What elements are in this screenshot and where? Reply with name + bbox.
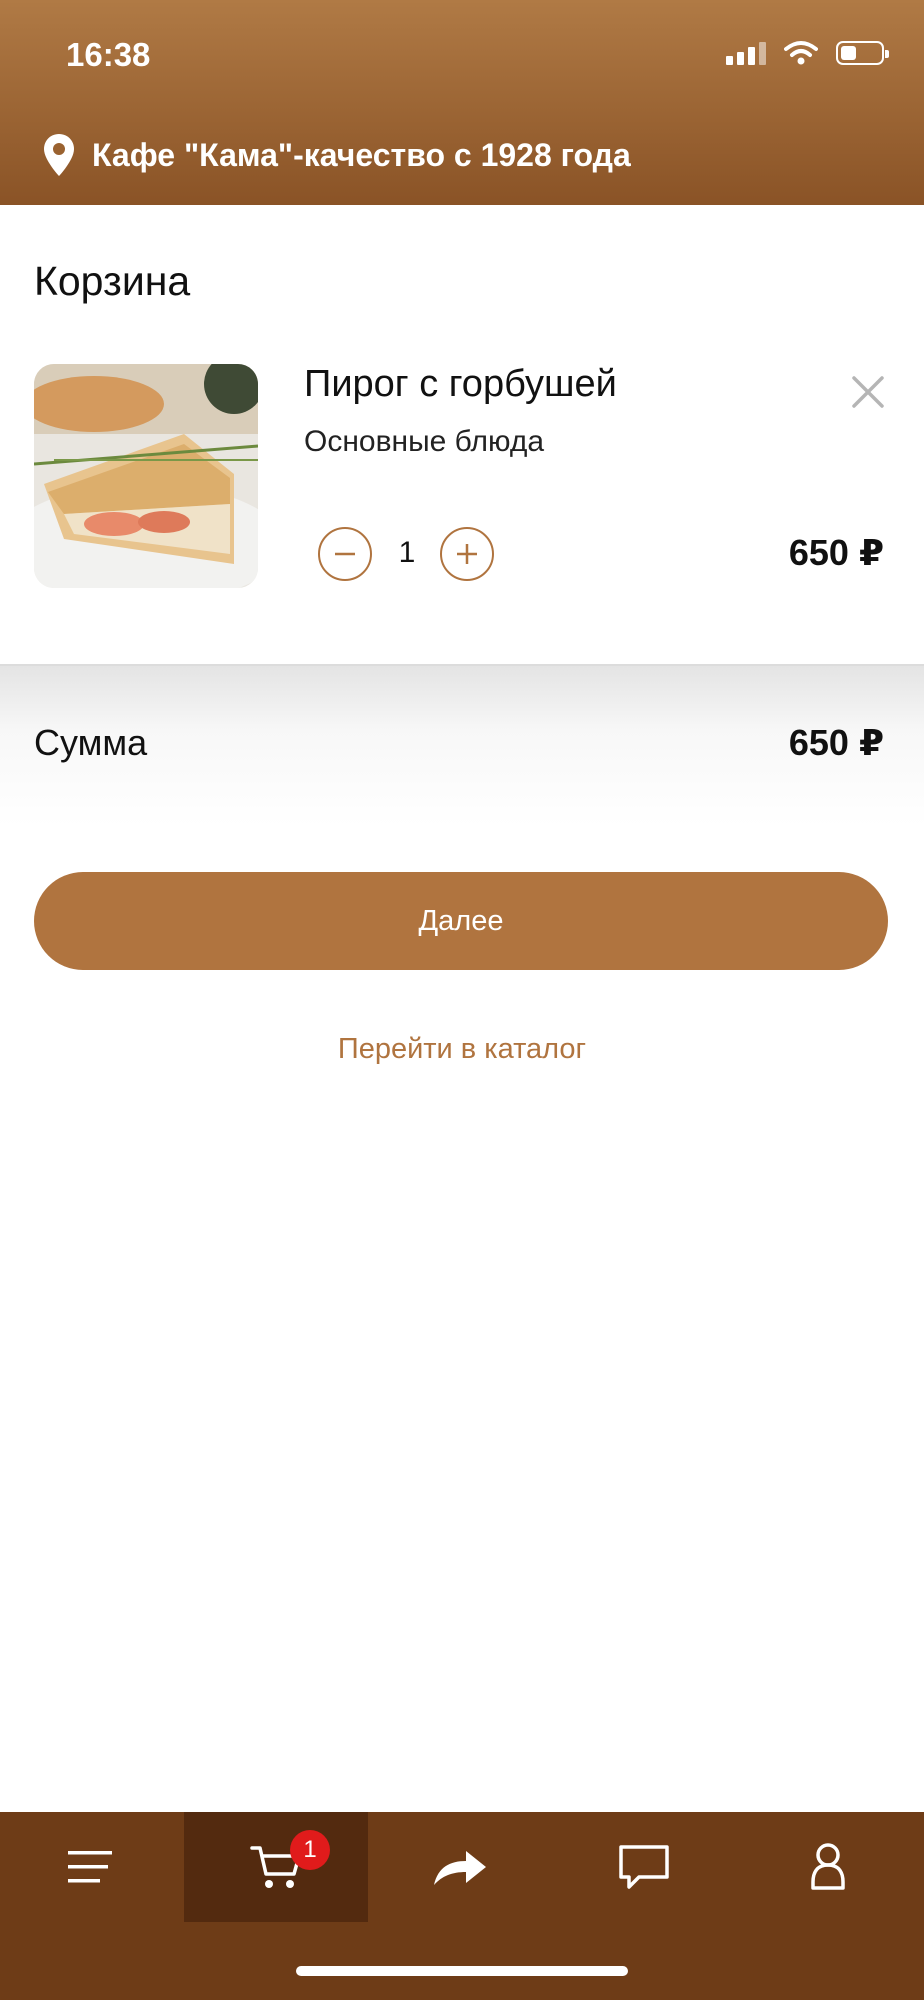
location-bar[interactable]: Кафе "Кама"-качество с 1928 года	[42, 133, 631, 177]
app-header: 16:38 Кафе "Кама"-качество с 1928 года	[0, 0, 924, 205]
decrease-quantity-button[interactable]	[318, 527, 372, 581]
share-icon	[434, 1851, 486, 1885]
wifi-icon	[784, 41, 818, 65]
signal-icon	[726, 41, 766, 65]
location-text: Кафе "Кама"-качество с 1928 года	[92, 136, 631, 173]
next-button[interactable]: Далее	[34, 872, 888, 970]
product-name: Пирог с горбушей	[304, 363, 617, 405]
home-indicator	[296, 1966, 628, 1976]
summary-label: Сумма	[34, 722, 148, 763]
quantity-value: 1	[398, 536, 416, 569]
chat-icon	[619, 1845, 669, 1889]
summary-value: 650 ₽	[788, 722, 884, 763]
tab-cart[interactable]: 1	[184, 1812, 368, 1922]
plus-icon	[457, 544, 477, 564]
tab-profile[interactable]	[736, 1812, 920, 1922]
increase-quantity-button[interactable]	[440, 527, 494, 581]
location-pin-icon	[44, 134, 74, 176]
menu-icon	[68, 1851, 112, 1883]
product-category: Основные блюда	[304, 425, 545, 458]
tab-share[interactable]	[368, 1812, 552, 1922]
product-image	[34, 364, 258, 588]
tab-menu[interactable]	[0, 1812, 184, 1922]
profile-icon	[811, 1843, 845, 1890]
status-icons	[726, 40, 889, 66]
close-icon[interactable]	[846, 370, 890, 414]
minus-icon	[335, 552, 355, 556]
product-price: 650 ₽	[788, 532, 884, 573]
battery-icon	[836, 41, 889, 65]
tab-chat[interactable]	[552, 1812, 736, 1922]
page-title: Корзина	[34, 258, 191, 304]
cart-badge: 1	[290, 1830, 330, 1870]
status-time: 16:38	[66, 36, 151, 73]
go-to-catalog-link[interactable]: Перейти в каталог	[0, 1033, 924, 1066]
